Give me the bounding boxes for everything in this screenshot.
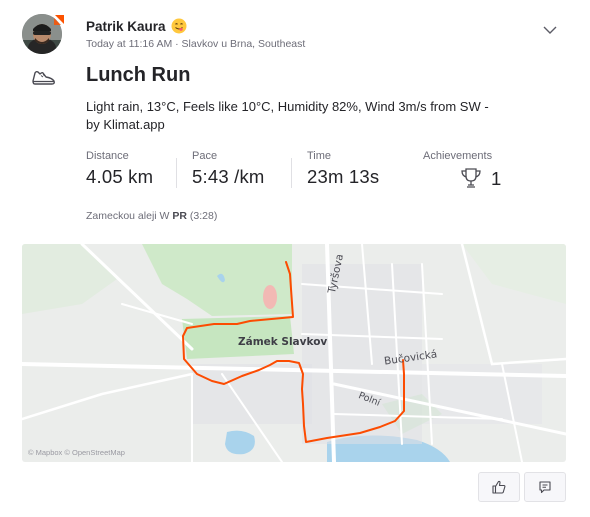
thumbs-up-icon [492, 480, 506, 494]
subscriber-badge-icon [54, 15, 64, 25]
activity-timestamp: Today at 11:16 AM [86, 38, 173, 50]
stat-divider [291, 158, 292, 188]
stat-label: Distance [86, 150, 129, 162]
segment-time: (3:28) [189, 210, 218, 222]
meta-separator: · [175, 38, 179, 50]
comment-icon [539, 481, 551, 494]
stat-divider [176, 158, 177, 188]
stat-time: Time 23m 13s [307, 150, 379, 188]
map-attribution[interactable]: © Mapbox © OpenStreetMap [28, 448, 125, 457]
activity-title[interactable]: Lunch Run [86, 64, 190, 87]
shoe-icon [32, 70, 55, 85]
activity-stats: Distance 4.05 km Pace 5:43 /km Time 23m … [86, 150, 526, 194]
achievement-count: 1 [491, 168, 502, 189]
sports-track [263, 285, 277, 309]
field-area [22, 244, 117, 314]
segment-name: Zameckou aleji W [86, 210, 170, 222]
route-map[interactable]: Zámek Slavkov Tyršova Bučovická Polní © … [22, 244, 566, 462]
map-label-landmark: Zámek Slavkov [238, 336, 328, 348]
stat-value: 23m 13s [307, 166, 380, 187]
map-canvas [22, 244, 566, 462]
stat-value-row: 1 [423, 166, 502, 190]
kudos-button[interactable] [478, 472, 520, 502]
stat-distance: Distance 4.05 km [86, 150, 153, 188]
stat-label: Time [307, 150, 332, 162]
stat-label: Achievements [423, 150, 493, 162]
chevron-down-icon[interactable] [542, 22, 558, 38]
athlete-name[interactable]: Patrik Kaura [86, 19, 166, 34]
segment-effort[interactable]: Zameckou aleji W PR (3:28) [86, 210, 217, 222]
stat-pace: Pace 5:43 /km [192, 150, 265, 188]
activity-description: Light rain, 13°C, Feels like 10°C, Humid… [86, 99, 489, 132]
stat-label: Pace [192, 150, 218, 162]
stat-achievements[interactable]: Achievements 1 [423, 150, 502, 190]
athlete-avatar[interactable] [22, 14, 66, 56]
athlete-name-row: Patrik Kaura [86, 18, 187, 34]
field-area [462, 244, 566, 304]
pr-badge: PR [172, 210, 187, 222]
comment-button[interactable] [524, 472, 566, 502]
activity-meta: Today at 11:16 AM · Slavkov u Brna, Sout… [86, 38, 305, 50]
pond [225, 430, 255, 455]
trophy-icon [461, 168, 481, 188]
activity-location: Slavkov u Brna, Southeast [181, 38, 306, 50]
face-savoring-food-emoji [171, 18, 187, 34]
stat-value: 4.05 km [86, 166, 154, 187]
stat-value: 5:43 /km [192, 166, 265, 187]
